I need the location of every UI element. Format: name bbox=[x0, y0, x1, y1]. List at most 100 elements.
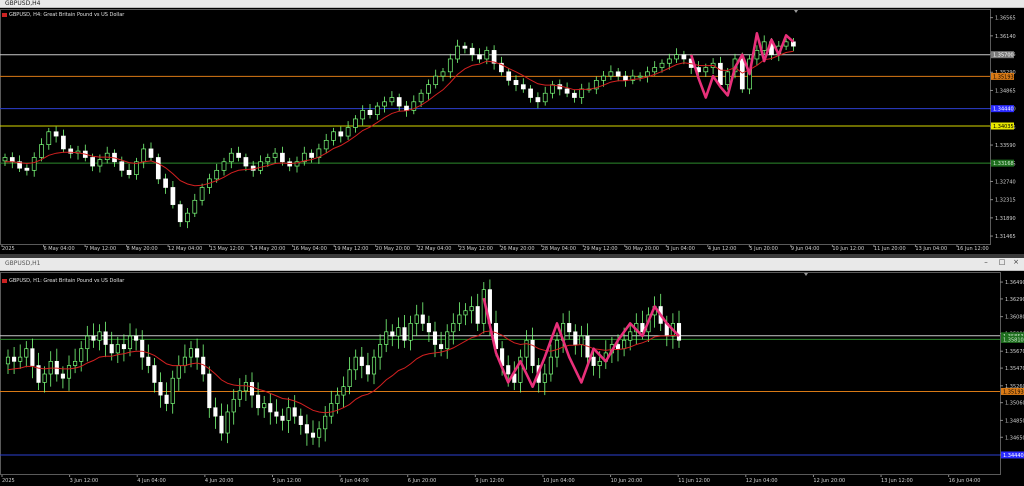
time-tick-label: 12 Jun 04:00 bbox=[746, 478, 778, 484]
candle-body bbox=[163, 178, 168, 188]
candle-body bbox=[674, 54, 679, 60]
candle-body bbox=[615, 344, 621, 350]
candle-body bbox=[462, 45, 468, 49]
candle-body bbox=[304, 424, 309, 434]
chart-shift-marker bbox=[794, 10, 798, 13]
candle-body bbox=[310, 432, 316, 438]
price-level-label: 1.35193 bbox=[993, 74, 1014, 80]
time-tick-label: 4 Jun 20:00 bbox=[205, 478, 234, 484]
price-tick-label: 1.35470 bbox=[1005, 366, 1024, 372]
candle-body bbox=[579, 88, 585, 98]
candle-body bbox=[225, 411, 230, 434]
candle-body bbox=[365, 365, 370, 375]
time-tick-label: 13 Jun 12:00 bbox=[881, 478, 913, 484]
candle-body bbox=[548, 356, 553, 375]
candle-body bbox=[146, 356, 151, 366]
candle-body bbox=[119, 161, 125, 171]
chart-label: GBPUSD, H1: Great Britain Pound vs US Do… bbox=[2, 278, 124, 285]
candle-body bbox=[506, 71, 512, 81]
candle-body bbox=[141, 148, 147, 163]
candle-body bbox=[221, 161, 227, 171]
price-tick-label: 1.34865 bbox=[995, 88, 1016, 94]
chart-shift-marker bbox=[804, 273, 808, 276]
candle-body bbox=[367, 110, 373, 116]
candle-body bbox=[148, 148, 154, 158]
chart-window-h4[interactable]: GBPUSD,H4 1.365651.361401.357151.352901.… bbox=[0, 0, 1024, 254]
minimize-icon[interactable]: – bbox=[980, 258, 992, 267]
price-level-label: 1.34440 bbox=[1003, 453, 1024, 459]
candle-body bbox=[207, 373, 212, 409]
price-chart-h4[interactable]: 1.365651.361401.357151.352901.348651.344… bbox=[0, 8, 1024, 254]
candle-body bbox=[18, 356, 23, 362]
candle-body bbox=[445, 331, 450, 350]
candle-body bbox=[420, 314, 425, 324]
candle-body bbox=[615, 71, 621, 77]
candle-body bbox=[182, 356, 187, 366]
candle-body bbox=[39, 144, 44, 158]
candle-body bbox=[331, 131, 336, 141]
candle-body bbox=[666, 58, 672, 64]
price-tick-label: 1.36290 bbox=[1005, 297, 1024, 303]
price-level-label: 1.34440 bbox=[993, 107, 1014, 113]
candle-body bbox=[134, 335, 139, 341]
candle-body bbox=[155, 157, 161, 180]
candle-body bbox=[323, 139, 329, 150]
candle-body bbox=[418, 92, 424, 103]
candle-body bbox=[5, 356, 11, 365]
time-tick-label: 6 Jun 20:00 bbox=[408, 478, 437, 484]
candle-body bbox=[140, 339, 145, 358]
candle-body bbox=[91, 335, 96, 341]
candle-body bbox=[637, 75, 643, 78]
candle-body bbox=[457, 314, 462, 324]
candle-body bbox=[542, 92, 548, 103]
candle-body bbox=[265, 157, 271, 163]
time-tick-label: 8 May 20:00 bbox=[127, 246, 158, 252]
candle-body bbox=[214, 169, 220, 180]
time-tick-label: 3 Jun 12:00 bbox=[70, 478, 99, 484]
candle-body bbox=[408, 323, 413, 341]
candle-body bbox=[46, 131, 52, 145]
candle-body bbox=[97, 159, 103, 167]
time-tick-label: 6 May 04:00 bbox=[44, 246, 75, 252]
candle-body bbox=[121, 344, 126, 350]
chart-window-h1[interactable]: GBPUSD,H1 – □ × 1.36490 1.36290 1.36080 1.3… bbox=[0, 258, 1024, 486]
candle-body bbox=[249, 382, 255, 396]
candle-body bbox=[506, 365, 511, 375]
candle-body bbox=[176, 365, 181, 379]
close-icon[interactable]: × bbox=[1010, 258, 1022, 267]
candle-body bbox=[243, 157, 249, 167]
price-tick-label: 1.32740 bbox=[995, 179, 1016, 185]
candle-body bbox=[597, 360, 602, 366]
candle-body bbox=[85, 335, 90, 350]
candle-body bbox=[426, 323, 431, 333]
candle-body bbox=[659, 62, 665, 68]
candle-body bbox=[608, 71, 614, 77]
chart-window-titlebar[interactable]: GBPUSD,H4 bbox=[0, 0, 1024, 8]
candle-body bbox=[542, 373, 547, 383]
candle-body bbox=[42, 373, 47, 383]
candle-body bbox=[718, 62, 723, 86]
candle-body bbox=[353, 118, 358, 128]
candle-body bbox=[61, 135, 66, 150]
candle-body bbox=[469, 47, 475, 56]
maximize-icon[interactable]: □ bbox=[996, 258, 1008, 267]
chart-label-text: GBPUSD, H1: Great Britain Pound vs US Do… bbox=[9, 278, 125, 284]
candle-body bbox=[338, 131, 344, 137]
chart-window-titlebar[interactable]: GBPUSD,H1 – □ × bbox=[0, 258, 1024, 271]
price-tick-label: 1.35670 bbox=[1005, 349, 1024, 355]
price-chart-h1[interactable]: 1.364901.362901.360801.358801.356701.354… bbox=[0, 271, 1024, 486]
candle-body bbox=[195, 348, 200, 358]
candle-body bbox=[754, 50, 760, 60]
time-tick-label: 7 May 12:00 bbox=[85, 246, 116, 252]
candle-body bbox=[396, 327, 401, 337]
time-tick-label: 13 Jun 04:00 bbox=[915, 246, 947, 252]
candle-body bbox=[272, 152, 278, 158]
candle-body bbox=[389, 97, 395, 103]
candle-body bbox=[359, 356, 364, 366]
candle-body bbox=[192, 199, 198, 214]
candle-body bbox=[371, 356, 377, 375]
price-tick-label: 1.31465 bbox=[995, 234, 1016, 240]
candle-body bbox=[152, 365, 157, 383]
time-tick-label: 9 Jun 12:00 bbox=[475, 478, 504, 484]
time-tick-label: 13 May 12:00 bbox=[210, 246, 244, 252]
